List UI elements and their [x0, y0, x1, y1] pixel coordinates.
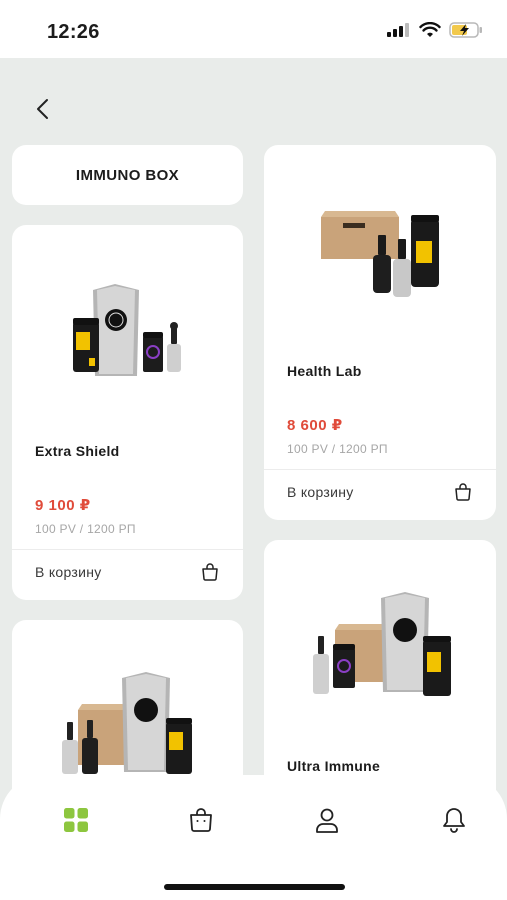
nav-catalog[interactable] [56, 803, 96, 837]
bottom-nav [0, 775, 507, 900]
status-time: 12:26 [47, 21, 100, 43]
status-icons [387, 22, 483, 38]
nav-notifications[interactable] [434, 803, 474, 837]
grid-icon [64, 808, 88, 832]
battery-charging-icon [449, 22, 482, 38]
product-name[interactable]: Extra Shield [35, 443, 120, 459]
product-image[interactable] [12, 280, 243, 380]
supplement-set-image [61, 672, 192, 774]
nav-cart[interactable] [181, 803, 221, 837]
bag-icon [202, 563, 218, 581]
add-to-cart-label: В корзину [287, 484, 354, 500]
category-title-card: IMMUNO BOX [12, 145, 243, 205]
add-to-cart-button[interactable]: В корзину [287, 471, 473, 513]
signal-icon [387, 23, 409, 37]
user-icon [316, 808, 338, 833]
product-price: 8 600 ₽ [287, 417, 343, 434]
nav-profile[interactable] [307, 803, 347, 837]
bell-icon [443, 808, 465, 833]
category-title: IMMUNO BOX [75, 166, 180, 184]
add-to-cart-button[interactable]: В корзину [35, 551, 220, 593]
product-image[interactable] [12, 670, 243, 780]
bag-icon [455, 483, 471, 501]
wifi-icon [419, 22, 441, 37]
product-image[interactable] [264, 207, 496, 302]
divider [264, 469, 496, 470]
product-card-extra-shield[interactable]: Extra Shield 9 100 ₽ 100 PV / 1200 РП В … [12, 225, 243, 600]
chevron-left-icon [37, 99, 48, 119]
back-button[interactable] [26, 92, 60, 126]
supplement-set-image [313, 592, 451, 696]
product-image[interactable] [264, 590, 496, 700]
supplement-set-image [321, 211, 439, 297]
supplement-set-image [72, 284, 181, 376]
bag-icon [190, 808, 212, 832]
product-pv: 100 PV / 1200 РП [287, 442, 388, 456]
status-bar: 12:26 [0, 0, 507, 58]
home-indicator [164, 884, 345, 890]
product-name[interactable]: Health Lab [287, 363, 362, 379]
product-card-health-lab[interactable]: Health Lab 8 600 ₽ 100 PV / 1200 РП В ко… [264, 145, 496, 520]
divider [12, 549, 243, 550]
add-to-cart-label: В корзину [35, 564, 102, 580]
product-pv: 100 PV / 1200 РП [35, 522, 136, 536]
product-price: 9 100 ₽ [35, 497, 91, 514]
product-name[interactable]: Ultra Immune [287, 758, 380, 774]
